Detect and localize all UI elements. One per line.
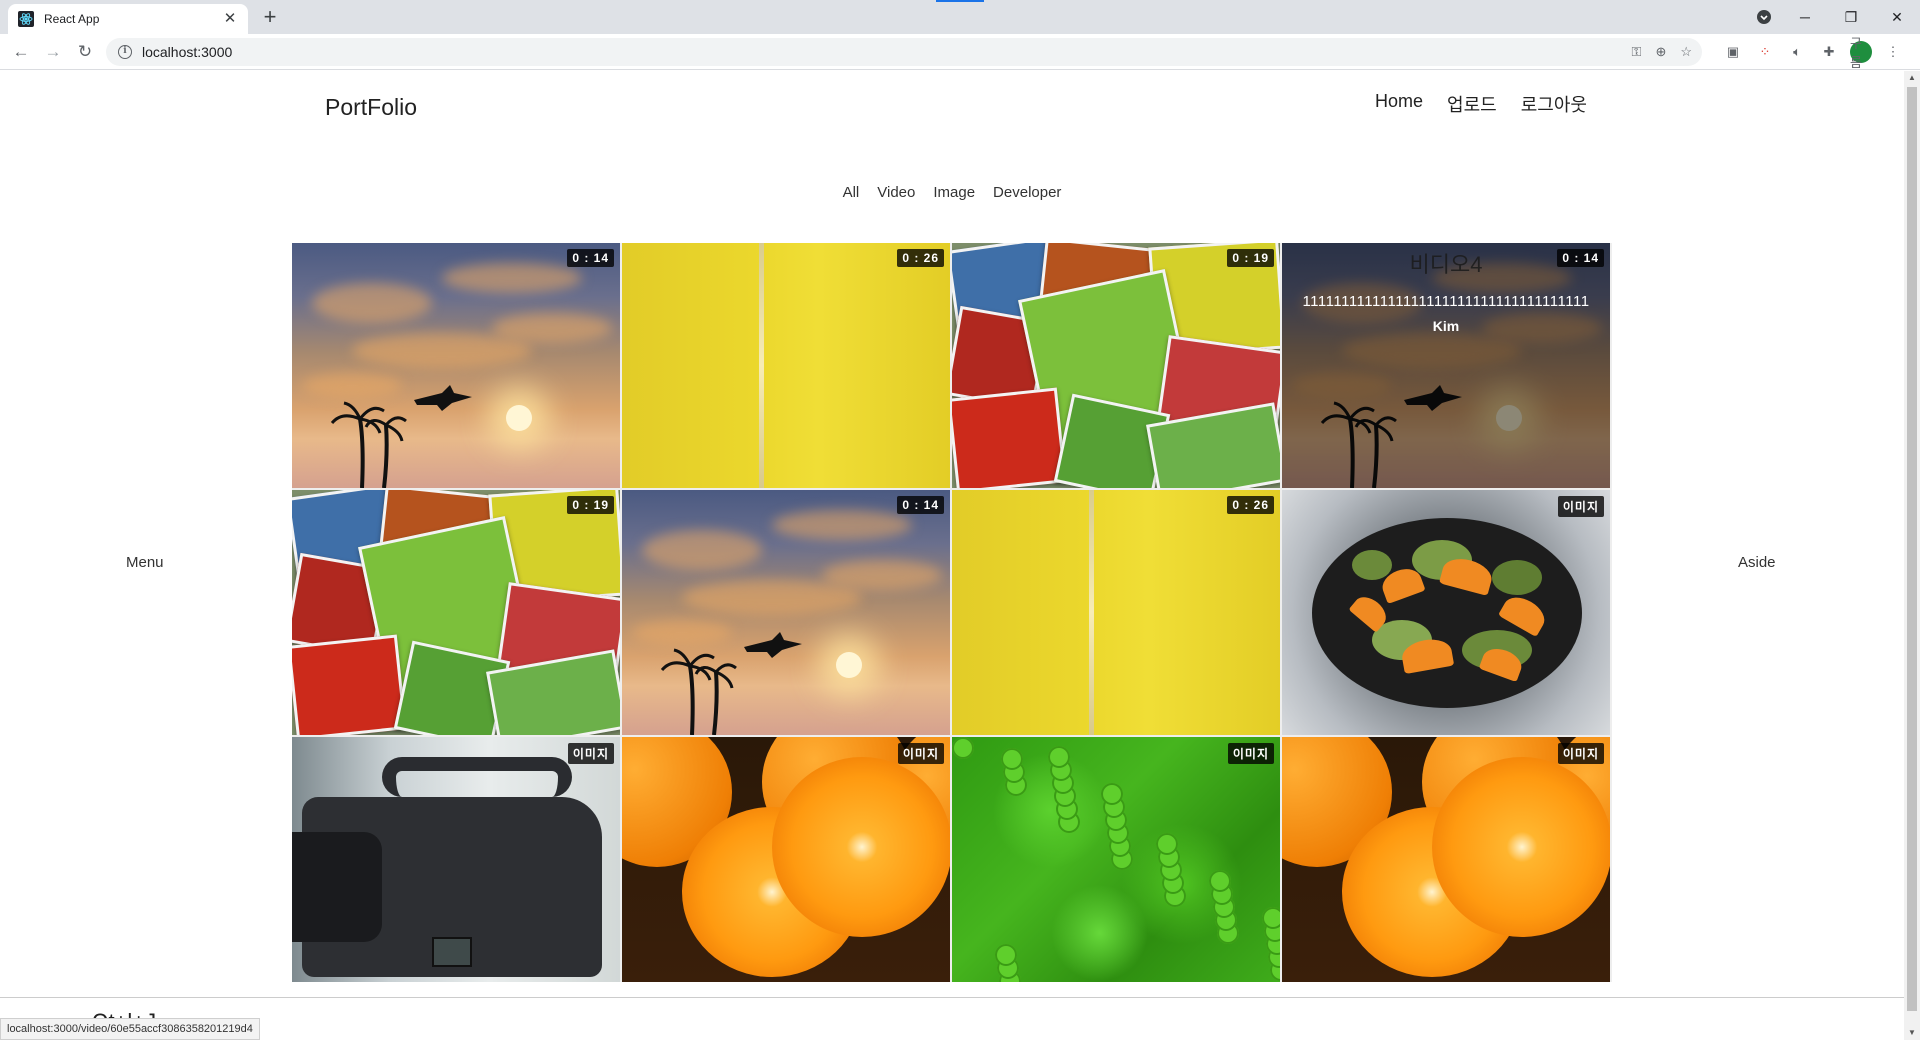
salad-thumbnail xyxy=(1282,490,1610,735)
browser-toolbar: ← → ↻ i localhost:3000 ⚿ ⊕ ☆ ▣ ⁘ 🔈︎ ✚ 구름… xyxy=(0,34,1920,70)
site-info-icon[interactable]: i xyxy=(118,45,132,59)
sunset-thumbnail xyxy=(292,243,620,488)
filter-all[interactable]: All xyxy=(843,184,860,201)
extensions-area: ▣ ⁘ 🔈︎ ✚ 구름 ⋮ xyxy=(1722,36,1904,70)
image-badge: 이미지 xyxy=(1557,743,1604,764)
speaker-icon[interactable]: 🔈︎ xyxy=(1786,41,1808,63)
brand-logo[interactable]: PortFolio xyxy=(325,94,417,121)
filter-image[interactable]: Image xyxy=(933,184,975,201)
address-bar[interactable]: i localhost:3000 ⚿ ⊕ ☆ xyxy=(106,38,1702,66)
media-card[interactable]: 비디오4 111111111111111111111111111111111111… xyxy=(1282,243,1610,488)
top-nav: Home 업로드 로그아웃 xyxy=(1375,91,1587,117)
card-hover-overlay: 비디오4 111111111111111111111111111111111111… xyxy=(1282,243,1610,488)
media-card[interactable]: 0 : 26 xyxy=(952,490,1280,735)
media-card[interactable]: 이미지 xyxy=(292,737,620,982)
color-dots-extension-icon[interactable]: ⁘ xyxy=(1754,41,1776,63)
card-author: Kim xyxy=(1432,318,1460,334)
media-card[interactable]: 0 : 14 xyxy=(292,243,620,488)
zoom-icon[interactable]: ⊕ xyxy=(1655,44,1666,60)
restore-button[interactable]: ❐ xyxy=(1828,0,1874,34)
nav-upload[interactable]: 업로드 xyxy=(1447,91,1497,117)
media-card[interactable]: 이미지 xyxy=(1282,737,1610,982)
window-controls: ─ ❐ ✕ xyxy=(1746,0,1920,34)
minimize-button[interactable]: ─ xyxy=(1782,0,1828,34)
nav-home[interactable]: Home xyxy=(1375,91,1423,117)
image-badge: 이미지 xyxy=(897,743,944,764)
card-description: 1111111111111111111111111111111111111 xyxy=(1302,293,1590,310)
scroll-down-arrow-icon[interactable]: ▼ xyxy=(1904,1026,1920,1040)
back-arrow-icon[interactable]: ← xyxy=(9,40,33,64)
page-viewport: PortFolio Home 업로드 로그아웃 All Video Image … xyxy=(0,71,1904,1040)
image-badge: 이미지 xyxy=(567,743,614,764)
link-status-bubble: localhost:3000/video/60e55accf3086358201… xyxy=(0,1018,260,1040)
tab-close-icon[interactable]: ✕ xyxy=(222,11,238,27)
media-card[interactable]: 0 : 14 xyxy=(622,490,950,735)
address-url: localhost:3000 xyxy=(142,44,233,60)
profile-avatar[interactable]: 구름 xyxy=(1850,36,1872,70)
react-favicon-icon xyxy=(18,11,34,27)
duration-badge: 0 : 14 xyxy=(897,496,944,514)
category-filters: All Video Image Developer xyxy=(0,184,1904,201)
duration-badge: 0 : 26 xyxy=(1227,496,1274,514)
duration-badge: 0 : 26 xyxy=(897,249,944,267)
media-card[interactable]: 이미지 xyxy=(952,737,1280,982)
media-card[interactable]: 0 : 19 xyxy=(292,490,620,735)
browser-tab-strip: React App ✕ + ─ ❐ ✕ xyxy=(0,0,1920,34)
scroll-thumb[interactable] xyxy=(1907,87,1917,1011)
media-card[interactable]: 0 : 26 xyxy=(622,243,950,488)
duration-badge: 0 : 19 xyxy=(1227,249,1274,267)
tab-title: React App xyxy=(44,12,100,26)
image-badge: 이미지 xyxy=(1227,743,1274,764)
orange-thumbnail xyxy=(1282,737,1610,982)
duration-badge: 0 : 14 xyxy=(1557,249,1604,267)
field-thumbnail xyxy=(622,243,950,488)
puzzle-extensions-icon[interactable]: ✚ xyxy=(1818,41,1840,63)
fruit-thumbnail xyxy=(952,243,1280,488)
media-card[interactable]: 이미지 xyxy=(1282,490,1610,735)
tab-search-button[interactable] xyxy=(1746,0,1782,34)
side-menu: Menu xyxy=(126,554,164,571)
field-thumbnail xyxy=(952,490,1280,735)
duration-badge: 0 : 19 xyxy=(567,496,614,514)
filter-video[interactable]: Video xyxy=(877,184,915,201)
cast-extension-icon[interactable]: ▣ xyxy=(1722,41,1744,63)
nav-logout[interactable]: 로그아웃 xyxy=(1521,91,1587,117)
orange-thumbnail xyxy=(622,737,950,982)
tab-strip-marker xyxy=(936,0,984,2)
bookmark-star-icon[interactable]: ☆ xyxy=(1680,44,1692,60)
clover-thumbnail xyxy=(952,737,1280,982)
media-card[interactable]: 0 : 19 xyxy=(952,243,1280,488)
camera-thumbnail xyxy=(292,737,620,982)
new-tab-button[interactable]: + xyxy=(258,6,282,30)
footer-divider xyxy=(0,997,1904,998)
media-grid: 0 : 14 0 : 26 0 : 19 비디오4 11111111111111111… xyxy=(292,243,1612,982)
browser-tab[interactable]: React App ✕ xyxy=(8,4,248,34)
key-icon[interactable]: ⚿ xyxy=(1632,44,1642,60)
media-card[interactable]: 이미지 xyxy=(622,737,950,982)
close-window-button[interactable]: ✕ xyxy=(1874,0,1920,34)
duration-badge: 0 : 14 xyxy=(567,249,614,267)
side-aside: Aside xyxy=(1738,554,1776,571)
reload-icon[interactable]: ↻ xyxy=(73,40,97,64)
page-scrollbar[interactable]: ▲ ▼ xyxy=(1904,71,1920,1040)
kebab-menu-icon[interactable]: ⋮ xyxy=(1882,41,1904,63)
sunset-thumbnail xyxy=(622,490,950,735)
fruit-thumbnail xyxy=(292,490,620,735)
forward-arrow-icon[interactable]: → xyxy=(41,40,65,64)
image-badge: 이미지 xyxy=(1557,496,1604,517)
filter-developer[interactable]: Developer xyxy=(993,184,1061,201)
scroll-up-arrow-icon[interactable]: ▲ xyxy=(1904,71,1920,85)
